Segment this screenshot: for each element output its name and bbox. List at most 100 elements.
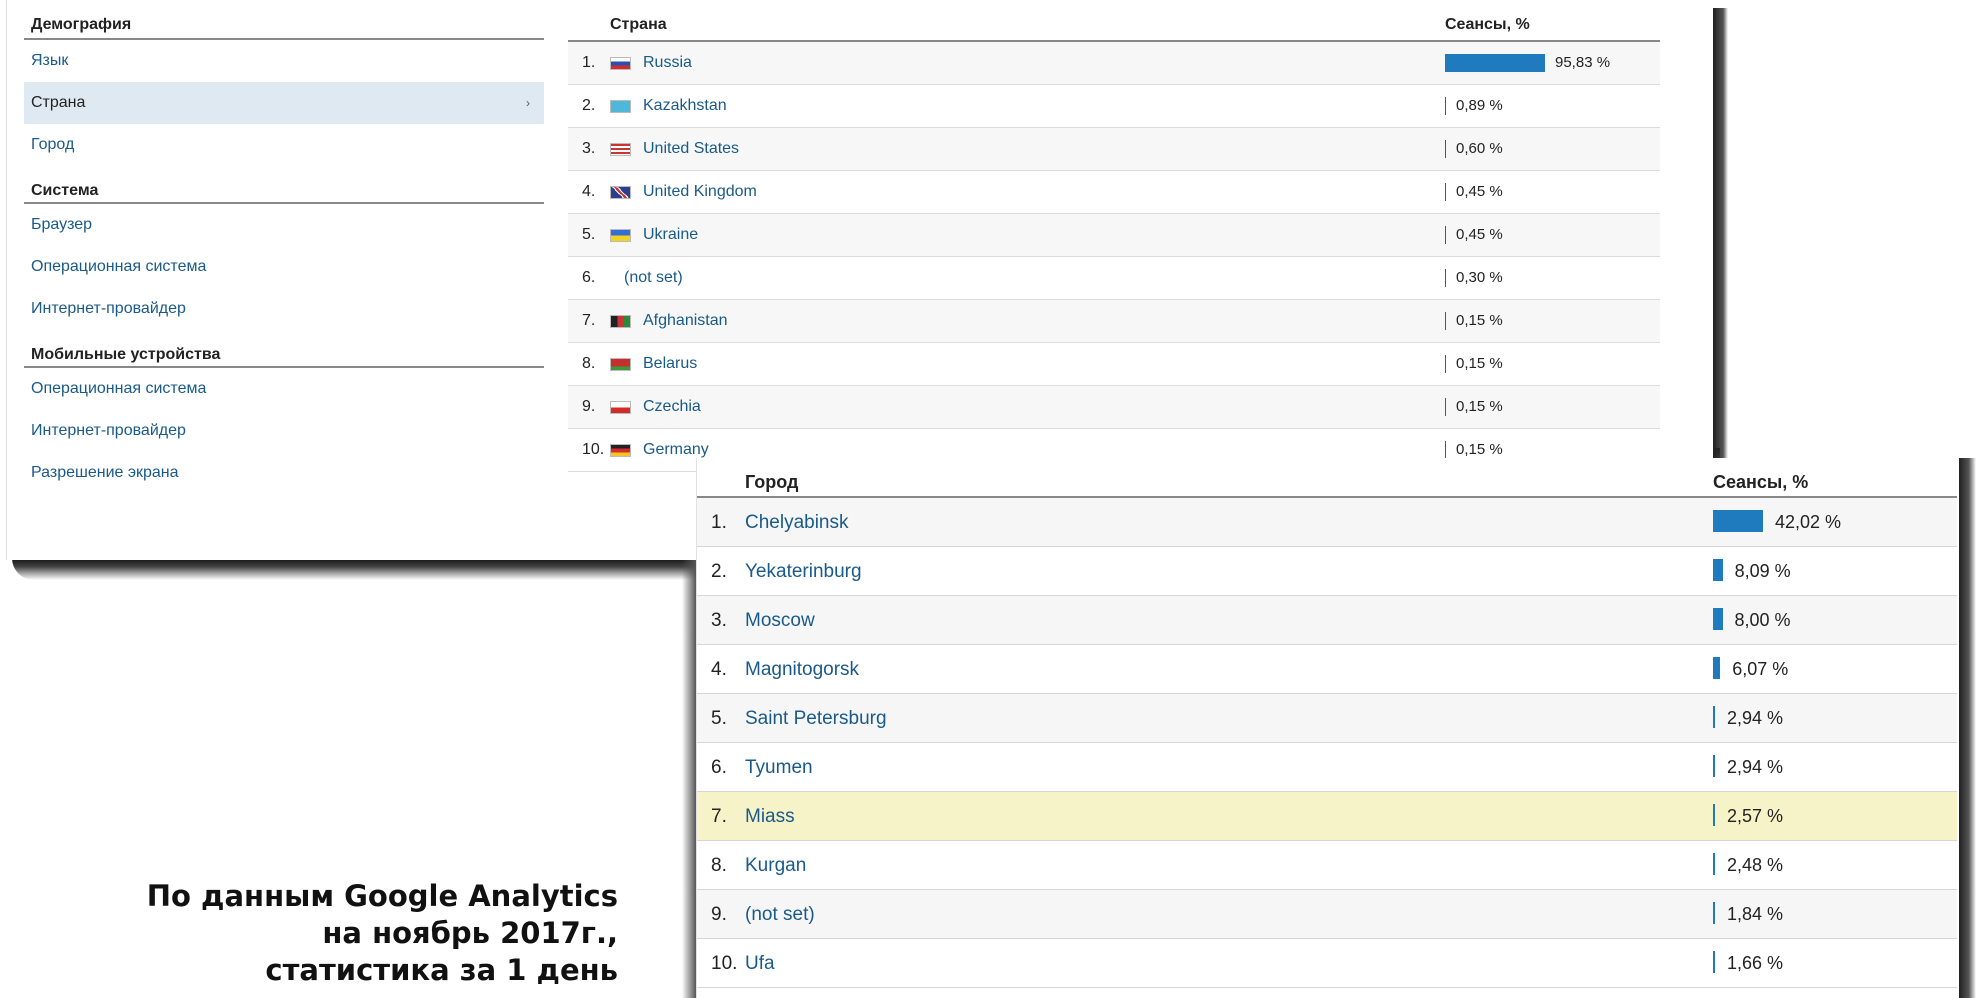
table-row[interactable]: 4. United Kingdom 0,45 % <box>568 171 1660 214</box>
sessions-percent: 2,94 % <box>1727 757 1784 777</box>
column-header-sessions[interactable]: Сеансы, % <box>1713 472 1808 493</box>
country-link[interactable]: Belarus <box>643 355 697 373</box>
city-link[interactable]: Miass <box>745 806 795 828</box>
sessions-bar <box>1713 510 1763 532</box>
sessions-percent: 0,15 % <box>1456 441 1503 458</box>
sessions-bar <box>1445 183 1446 201</box>
country-table-header: Страна Сеансы, % <box>568 0 1660 42</box>
table-row[interactable]: 1. Russia 95,83 % <box>568 42 1660 85</box>
table-row[interactable]: 10. Ufa 1,66 % <box>697 939 1957 988</box>
table-row[interactable]: 3. United States 0,60 % <box>568 128 1660 171</box>
city-link[interactable]: Tyumen <box>745 757 813 779</box>
caption: По данным Google Analytics на ноябрь 201… <box>18 878 618 989</box>
sessions-bar <box>1445 312 1446 330</box>
table-row[interactable]: 5. Ukraine 0,45 % <box>568 214 1660 257</box>
table-row[interactable]: 8. Belarus 0,15 % <box>568 343 1660 386</box>
sessions-percent: 0,45 % <box>1456 226 1503 243</box>
sidebar-menu: Демография Язык Страна › Город Система Браузер… <box>24 0 544 494</box>
sessions-bar <box>1713 902 1715 924</box>
table-row[interactable]: 7. Miass 2,57 % <box>697 792 1957 841</box>
sidebar-item-label: Браузер <box>31 216 93 233</box>
city-link[interactable]: Chelyabinsk <box>745 512 849 534</box>
table-row[interactable]: 7. Afghanistan 0,15 % <box>568 300 1660 343</box>
sidebar-item-label: Операционная система <box>31 258 207 275</box>
city-table-header: Город Сеансы, % <box>697 458 1957 498</box>
city-link[interactable]: Moscow <box>745 610 815 632</box>
table-row[interactable]: 6. (not set) 0,30 % <box>568 257 1660 300</box>
table-row[interactable]: 1. Chelyabinsk 42,02 % <box>697 498 1957 547</box>
city-link[interactable]: Yekaterinburg <box>745 561 862 583</box>
germany-flag-icon <box>610 444 631 457</box>
column-header-country[interactable]: Страна <box>610 16 667 34</box>
sessions-percent: 2,57 % <box>1727 806 1784 826</box>
sidebar-item[interactable]: Интернет-провайдер <box>24 410 544 452</box>
table-row[interactable]: 4. Magnitogorsk 6,07 % <box>697 645 1957 694</box>
row-rank: 6. <box>711 757 727 778</box>
sessions-bar <box>1713 706 1715 728</box>
sessions-bar <box>1713 853 1715 875</box>
table-row[interactable]: 3. Moscow 8,00 % <box>697 596 1957 645</box>
sessions-percent: 0,89 % <box>1456 97 1503 114</box>
table-row[interactable]: 6. Tyumen 2,94 % <box>697 743 1957 792</box>
panel-shadow <box>1958 458 1976 998</box>
city-link[interactable]: Kurgan <box>745 855 806 877</box>
sessions-bar <box>1445 97 1446 115</box>
sessions-percent: 8,09 % <box>1734 561 1791 581</box>
table-row[interactable]: 2. Yekaterinburg 8,09 % <box>697 547 1957 596</box>
caption-line: По данным Google Analytics <box>146 879 618 913</box>
table-row[interactable]: 9. (not set) 1,84 % <box>697 890 1957 939</box>
sidebar-item[interactable]: Разрешение экрана <box>24 452 544 494</box>
sidebar-item[interactable]: Язык <box>24 40 544 82</box>
panel-shadow <box>1712 8 1728 458</box>
row-rank: 8. <box>711 855 727 876</box>
sessions-percent: 0,15 % <box>1456 355 1503 372</box>
table-row[interactable]: 9. Czechia 0,15 % <box>568 386 1660 429</box>
sidebar-item[interactable]: Интернет-провайдер <box>24 288 544 330</box>
caption-line: на ноябрь 2017г., <box>322 916 618 950</box>
sessions-bar <box>1445 140 1446 158</box>
country-link[interactable]: Afghanistan <box>643 312 728 330</box>
table-row[interactable]: 8. Kurgan 2,48 % <box>697 841 1957 890</box>
sessions-bar <box>1445 54 1545 72</box>
sidebar-section-title: Демография <box>24 0 544 40</box>
city-link[interactable]: (not set) <box>745 904 815 926</box>
sidebar-item[interactable]: Браузер <box>24 204 544 246</box>
sessions-bar <box>1445 355 1446 373</box>
table-row[interactable]: 2. Kazakhstan 0,89 % <box>568 85 1660 128</box>
country-link[interactable]: Russia <box>643 54 692 72</box>
row-rank: 1. <box>711 512 727 533</box>
sidebar-section-title: Система <box>24 166 544 204</box>
sidebar-item-label: Разрешение экрана <box>31 464 179 481</box>
country-link[interactable]: Kazakhstan <box>643 97 727 115</box>
city-report-panel: Город Сеансы, % 1. Chelyabinsk 42,02 % 2. Ye… <box>696 458 1959 998</box>
row-rank: 3. <box>582 140 596 157</box>
sidebar-item[interactable]: Город <box>24 124 544 166</box>
chevron-right-icon: › <box>526 96 530 110</box>
country-link[interactable]: Germany <box>643 441 709 459</box>
country-link[interactable]: (not set) <box>624 269 683 287</box>
country-link[interactable]: United States <box>643 140 739 158</box>
czechia-flag-icon <box>610 401 631 414</box>
city-link[interactable]: Magnitogorsk <box>745 659 859 681</box>
country-link[interactable]: Czechia <box>643 398 701 416</box>
country-link[interactable]: Ukraine <box>643 226 698 244</box>
country-link[interactable]: United Kingdom <box>643 183 757 201</box>
sidebar-item-label: Город <box>31 136 75 153</box>
sessions-bar <box>1713 608 1723 630</box>
sidebar-item[interactable]: Операционная система <box>24 368 544 410</box>
sessions-percent: 42,02 % <box>1775 512 1842 532</box>
table-row[interactable]: 5. Saint Petersburg 2,94 % <box>697 694 1957 743</box>
sessions-percent: 0,60 % <box>1456 140 1503 157</box>
sidebar-item-label: Операционная система <box>31 380 207 397</box>
sessions-bar <box>1713 804 1715 826</box>
sidebar-item[interactable]: Страна › <box>24 82 544 124</box>
afghanistan-flag-icon <box>610 315 631 328</box>
row-rank: 10. <box>711 953 738 974</box>
column-header-city[interactable]: Город <box>745 472 798 493</box>
sidebar-item-label: Интернет-провайдер <box>31 300 186 317</box>
city-link[interactable]: Ufa <box>745 953 775 975</box>
sidebar-item-label: Интернет-провайдер <box>31 422 186 439</box>
column-header-sessions[interactable]: Сеансы, % <box>1445 16 1530 34</box>
city-link[interactable]: Saint Petersburg <box>745 708 887 730</box>
sidebar-item[interactable]: Операционная система <box>24 246 544 288</box>
